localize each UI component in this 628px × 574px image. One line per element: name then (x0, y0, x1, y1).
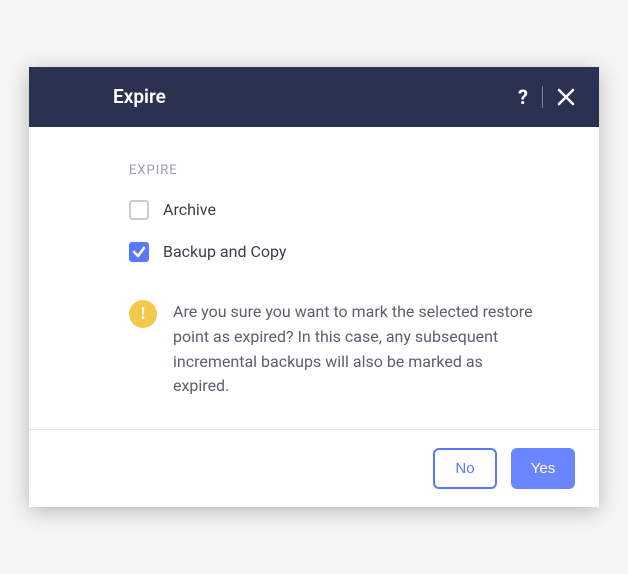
warning-text: Are you sure you want to mark the select… (173, 300, 535, 399)
no-button[interactable]: No (433, 448, 497, 489)
expire-dialog: Expire ? EXPIRE Archive Backup and Co (29, 67, 599, 507)
section-label: EXPIRE (129, 163, 575, 178)
help-icon[interactable]: ? (518, 85, 528, 109)
option-backup-and-copy[interactable]: Backup and Copy (129, 242, 575, 262)
dialog-footer: No Yes (29, 429, 599, 507)
warning-icon: ! (129, 300, 157, 328)
dialog-title: Expire (53, 85, 518, 108)
header-actions: ? (518, 85, 575, 109)
checkbox-backup-and-copy-label: Backup and Copy (163, 242, 286, 261)
checkbox-archive-label: Archive (163, 200, 216, 219)
dialog-header: Expire ? (29, 67, 599, 127)
checkbox-archive[interactable] (129, 200, 149, 220)
checkbox-backup-and-copy[interactable] (129, 242, 149, 262)
warning-row: ! Are you sure you want to mark the sele… (129, 300, 575, 399)
dialog-body: EXPIRE Archive Backup and Copy ! Are you… (29, 127, 599, 429)
option-archive[interactable]: Archive (129, 200, 575, 220)
header-divider (542, 86, 543, 108)
close-icon[interactable] (557, 88, 575, 106)
yes-button[interactable]: Yes (511, 448, 575, 489)
